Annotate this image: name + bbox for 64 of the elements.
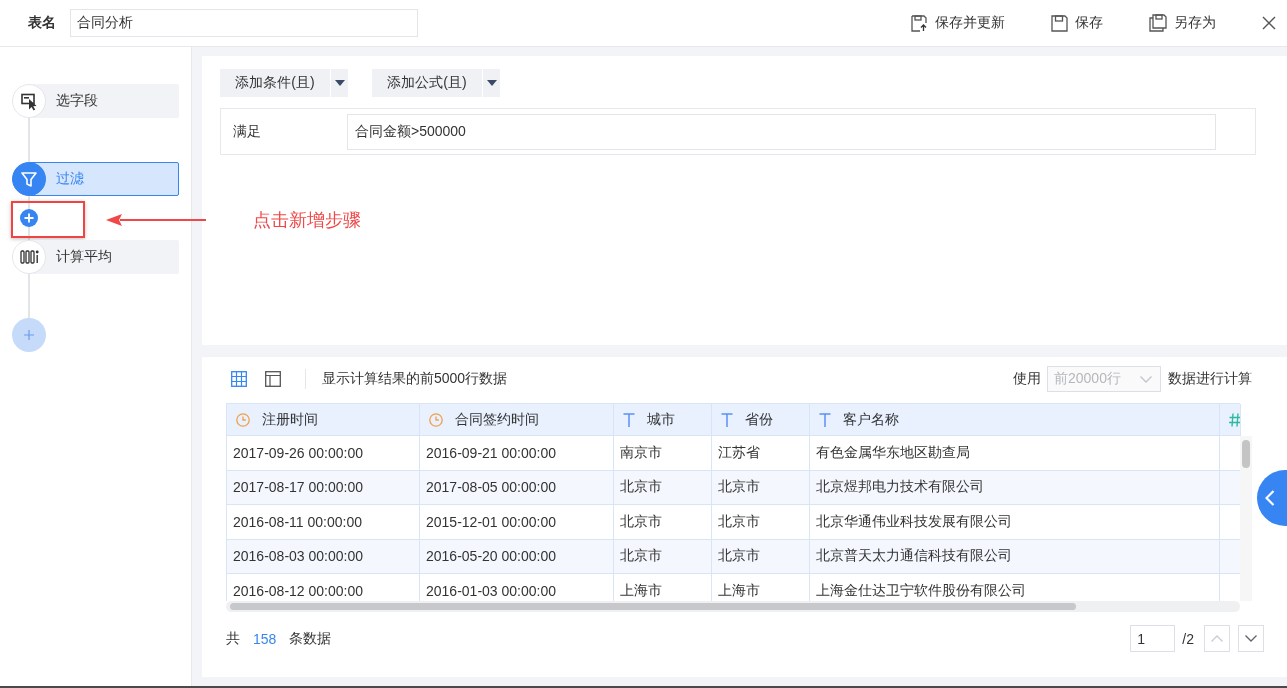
condition-label: 满足 xyxy=(233,122,262,141)
table-name-input[interactable]: 合同分析 xyxy=(70,9,418,37)
layout-icon[interactable] xyxy=(265,371,281,387)
table-cell: 北京市 xyxy=(712,505,810,540)
total-prefix-text: 共 xyxy=(226,629,240,648)
cursor-screen-icon xyxy=(12,84,46,118)
column-header-text: 客户名称 xyxy=(843,410,899,429)
table-cell: 北京市 xyxy=(614,505,712,540)
bars-icon xyxy=(12,240,46,274)
save-and-update-button[interactable]: 保存并更新 xyxy=(911,14,1005,32)
annotation-text: 点击新增步骤 xyxy=(253,209,361,232)
chevron-left-icon xyxy=(1265,490,1275,506)
chevron-up-icon xyxy=(1211,635,1223,642)
page-input[interactable]: 1 xyxy=(1130,625,1176,652)
save-button[interactable]: 保存 xyxy=(1051,14,1103,32)
limit-prefix-text: 使用 xyxy=(1013,370,1041,388)
chevron-down-icon xyxy=(1140,375,1152,383)
condition-input[interactable]: 合同金额>500000 xyxy=(347,113,1216,150)
table-cell: 有色金属华东地区勘查局 xyxy=(810,436,1220,471)
table-cell: 2016-09-21 00:00:00 xyxy=(420,436,614,471)
add-button[interactable]: 添加公式(且) xyxy=(372,69,482,97)
close-icon xyxy=(1262,16,1276,30)
plus-icon[interactable] xyxy=(12,318,46,352)
close-button[interactable] xyxy=(1262,16,1276,30)
dropdown-button[interactable] xyxy=(331,69,348,97)
limit-suffix-text: 数据进行计算 xyxy=(1168,370,1252,388)
caret-icon xyxy=(486,80,497,86)
step-item[interactable]: 选字段 xyxy=(12,84,179,118)
table-cell: 南京市 xyxy=(614,436,712,471)
text-type-icon xyxy=(721,412,733,427)
floppy-icon xyxy=(1051,14,1068,32)
table-cell: 2015-12-01 00:00:00 xyxy=(420,505,614,540)
floppy-upload-icon xyxy=(911,14,928,32)
page-count: /2 xyxy=(1182,630,1194,647)
clock-icon xyxy=(429,412,443,427)
step-item[interactable]: 计算平均 xyxy=(12,240,179,274)
chevron-down-icon xyxy=(1245,635,1257,642)
grid-icon[interactable] xyxy=(231,371,247,387)
vertical-scrollbar[interactable] xyxy=(1240,436,1252,601)
column-header-text: 省份 xyxy=(745,410,773,429)
text-type-icon xyxy=(819,412,831,427)
clock-icon xyxy=(236,412,250,427)
save-as-button[interactable]: 另存为 xyxy=(1149,14,1216,32)
horizontal-scrollbar[interactable] xyxy=(226,601,1240,612)
plus-icon[interactable] xyxy=(20,209,38,227)
table-name-label: 表名 xyxy=(28,14,56,32)
column-header-text: 城市 xyxy=(647,410,675,429)
total-count: 158 xyxy=(253,630,277,647)
total-suffix-text: 条数据 xyxy=(289,629,332,648)
column-header-text: 注册时间 xyxy=(262,410,318,429)
table-cell: 北京华通伟业科技发展有限公司 xyxy=(810,505,1220,540)
dropdown-button[interactable] xyxy=(483,69,500,97)
add-button[interactable]: 添加条件(且) xyxy=(220,69,330,97)
table-cell: 2017-09-26 00:00:00 xyxy=(227,436,420,471)
caret-icon xyxy=(334,80,345,86)
funnel-icon xyxy=(12,162,46,196)
column-header-text: 合同签约时间 xyxy=(455,410,539,429)
floppy-stack-icon xyxy=(1149,14,1167,32)
next-page-button[interactable] xyxy=(1238,625,1264,652)
table-cell: 江苏省 xyxy=(712,436,810,471)
table-cell: 2016-08-11 00:00:00 xyxy=(227,505,420,540)
number-type-icon xyxy=(1229,412,1240,427)
text-type-icon xyxy=(623,412,635,427)
preview-info-text: 显示计算结果的前5000行数据 xyxy=(322,370,508,388)
